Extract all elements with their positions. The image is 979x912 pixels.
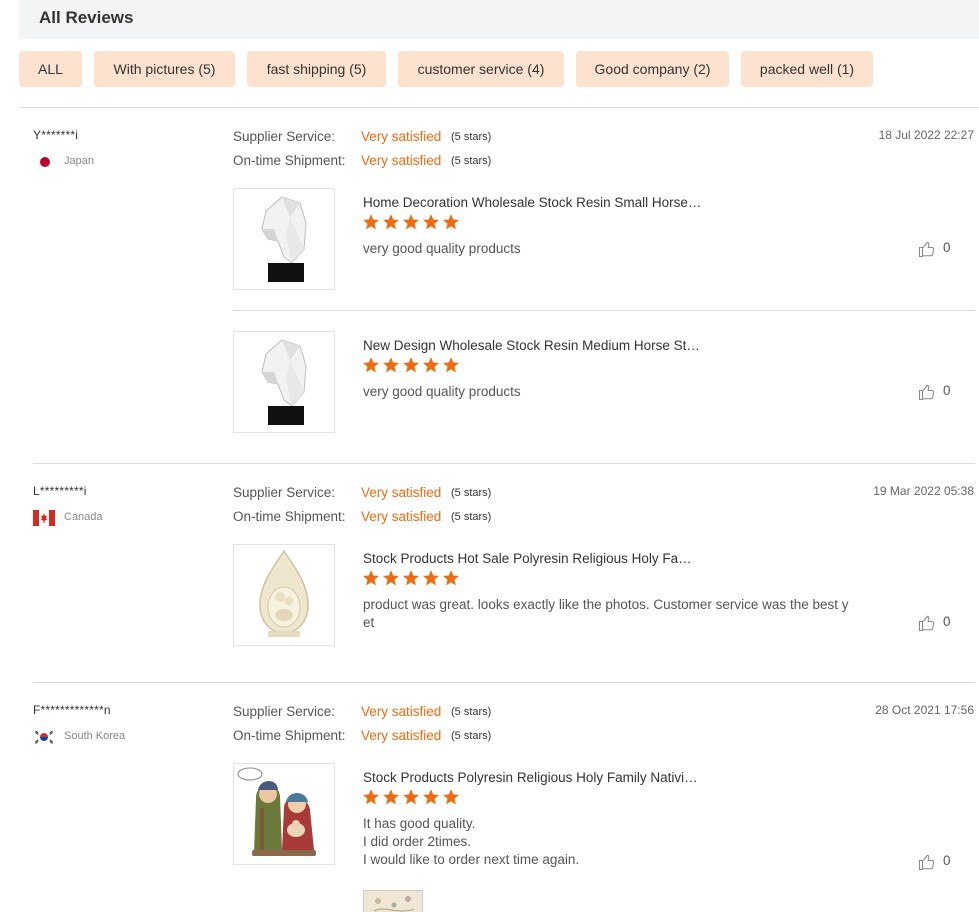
- nativity-figurine-image[interactable]: [233, 763, 335, 865]
- star-icon: [403, 570, 419, 586]
- divider: [33, 463, 975, 464]
- star-icon: [443, 570, 459, 586]
- star-icon: [443, 789, 459, 805]
- filter-chip-all[interactable]: ALL: [19, 51, 82, 87]
- thumbs-up-icon: [918, 384, 935, 401]
- review-comment: It has good quality. I did order 2times.…: [363, 816, 580, 867]
- star-icon: [363, 357, 379, 373]
- star-icon: [383, 789, 399, 805]
- supplier-service-label: Supplier Service:: [233, 129, 336, 144]
- shipment-value: Very satisfied: [361, 728, 442, 743]
- product-title[interactable]: Stock Products Polyresin Religious Holy …: [363, 770, 698, 785]
- reviewer-name: Y*******i: [33, 128, 79, 142]
- review-date: 28 Oct 2021 17:56: [875, 703, 974, 717]
- horse-head-sculpture-image[interactable]: [233, 188, 335, 290]
- shipment-stars: (5 stars): [451, 730, 492, 742]
- supplier-service-label: Supplier Service:: [233, 485, 336, 500]
- supplier-service-stars: (5 stars): [451, 487, 492, 499]
- star-icon: [423, 789, 439, 805]
- star-icon: [383, 357, 399, 373]
- shipment-value: Very satisfied: [361, 153, 442, 168]
- japan-flag-icon: [40, 157, 50, 167]
- like-count: 0: [943, 853, 951, 868]
- reviewer-name: L*********i: [33, 484, 87, 498]
- supplier-service-value: Very satisfied: [361, 704, 442, 719]
- star-icon: [363, 214, 379, 230]
- review-date: 19 Mar 2022 05:38: [873, 484, 974, 498]
- shipment-stars: (5 stars): [451, 155, 492, 167]
- reviewer-name: F*************n: [33, 703, 111, 717]
- supplier-service-value: Very satisfied: [361, 485, 442, 500]
- shipment-label: On-time Shipment:: [233, 728, 346, 743]
- star-icon: [423, 357, 439, 373]
- review-photo-thumbnail[interactable]: [363, 890, 423, 912]
- filter-chip-customer-service[interactable]: customer service (4): [398, 51, 564, 87]
- shipment-label: On-time Shipment:: [233, 153, 346, 168]
- thumbs-up-icon: [918, 854, 935, 871]
- divider: [233, 310, 975, 311]
- filter-chip-with-pictures[interactable]: With pictures (5): [94, 51, 235, 87]
- product-title[interactable]: Stock Products Hot Sale Polyresin Religi…: [363, 551, 692, 566]
- page-title: All Reviews: [39, 8, 134, 27]
- review-date: 18 Jul 2022 22:27: [878, 128, 974, 142]
- thumbs-up-icon: [918, 241, 935, 258]
- like-count: 0: [943, 383, 951, 398]
- reviews-header: All Reviews: [19, 0, 979, 39]
- star-icon: [443, 357, 459, 373]
- shipment-label: On-time Shipment:: [233, 509, 346, 524]
- supplier-service-value: Very satisfied: [361, 129, 442, 144]
- review-comment: product was great. looks exactly like th…: [363, 597, 849, 630]
- star-icon: [363, 570, 379, 586]
- like-count: 0: [943, 614, 951, 629]
- country-name: South Korea: [64, 730, 126, 742]
- filter-chip-fast-shipping[interactable]: fast shipping (5): [247, 51, 386, 87]
- star-icon: [363, 789, 379, 805]
- like-button[interactable]: 0: [918, 240, 958, 260]
- like-button[interactable]: 0: [918, 614, 958, 634]
- filter-chip-packed-well[interactable]: packed well (1): [741, 51, 873, 87]
- review-comment: very good quality products: [363, 384, 521, 399]
- thumbs-up-icon: [918, 615, 935, 632]
- holy-family-statue-image[interactable]: [233, 544, 335, 646]
- like-button[interactable]: 0: [918, 853, 958, 873]
- shipment-stars: (5 stars): [451, 511, 492, 523]
- south-korea-flag-icon: [33, 729, 55, 745]
- shipment-value: Very satisfied: [361, 509, 442, 524]
- star-icon: [423, 570, 439, 586]
- supplier-service-stars: (5 stars): [451, 706, 492, 718]
- country-name: Japan: [64, 155, 94, 167]
- product-title[interactable]: Home Decoration Wholesale Stock Resin Sm…: [363, 195, 701, 210]
- divider: [33, 682, 975, 683]
- divider: [19, 107, 979, 108]
- like-count: 0: [943, 240, 951, 255]
- like-button[interactable]: 0: [918, 383, 958, 403]
- star-icon: [403, 214, 419, 230]
- horse-head-sculpture-image[interactable]: [233, 331, 335, 433]
- star-icon: [383, 570, 399, 586]
- supplier-service-stars: (5 stars): [451, 131, 492, 143]
- star-icon: [443, 214, 459, 230]
- product-title[interactable]: New Design Wholesale Stock Resin Medium …: [363, 338, 700, 353]
- supplier-service-label: Supplier Service:: [233, 704, 336, 719]
- country-name: Canada: [64, 511, 103, 523]
- canada-flag-icon: [33, 510, 55, 526]
- star-icon: [383, 214, 399, 230]
- filter-chip-good-company[interactable]: Good company (2): [576, 51, 729, 87]
- star-icon: [403, 357, 419, 373]
- star-icon: [423, 214, 439, 230]
- star-icon: [403, 789, 419, 805]
- review-comment: very good quality products: [363, 241, 521, 256]
